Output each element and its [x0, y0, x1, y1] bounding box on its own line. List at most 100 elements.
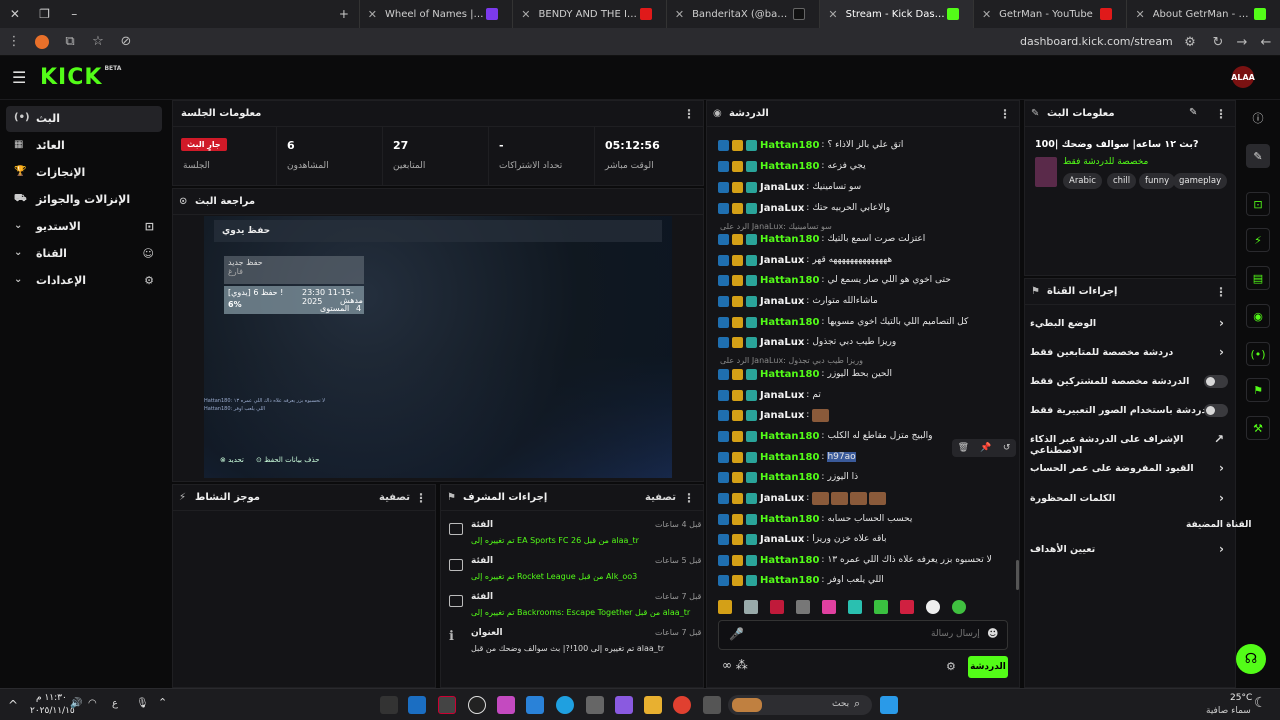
chat-username[interactable]: Hattan180: [760, 275, 819, 286]
browser-tab[interactable]: ✕About GetrMan - Watch Live on: [1126, 0, 1280, 28]
chat-send-button[interactable]: الدردشة: [968, 656, 1008, 678]
chat-message[interactable]: JanaLux: سو تسامينيك: [718, 178, 1008, 196]
points-icon[interactable]: ∞ ⁂: [722, 658, 748, 672]
emote-icon[interactable]: [796, 600, 810, 614]
restore-window-icon[interactable]: ❐: [30, 0, 60, 28]
save-slot-empty[interactable]: حفظ جديد فارغ: [224, 256, 364, 284]
tab-close-icon[interactable]: ✕: [675, 8, 684, 21]
chat-username[interactable]: Hattan180: [760, 431, 819, 442]
action-account-age[interactable]: القيود المفروضة على عمر الحساب ›: [1030, 455, 1228, 483]
file-explorer-icon[interactable]: [644, 696, 662, 714]
steam-icon[interactable]: [408, 696, 426, 714]
stream-preview-video[interactable]: حفظ يدوي حفظ جديد فارغ حفظ 6 [يدوي] ! 23:…: [204, 216, 672, 478]
chat-message[interactable]: JanaLux:: [718, 489, 1008, 507]
microphone-icon[interactable]: 🎤: [729, 627, 744, 641]
activity-rail-icon[interactable]: ⚡: [1246, 228, 1270, 252]
browser-tab-active[interactable]: ✕Stream - Kick Dashboard: [819, 0, 973, 28]
close-window-icon[interactable]: ✕: [0, 0, 30, 28]
chat-message[interactable]: Hattan180: لا تحسبوه بزر يعرفه علاه ذاك ا…: [718, 551, 1008, 569]
chat-message[interactable]: JanaLux: وريزا طيب دبي تجذول: [718, 333, 1008, 351]
filter-button[interactable]: تصفية: [379, 492, 410, 503]
more-options-icon[interactable]: ⋮: [1215, 285, 1227, 299]
edge-icon[interactable]: [556, 696, 574, 714]
browser-tab[interactable]: ✕Wheel of Names | الإسم العشوائي: [358, 0, 513, 28]
taskbar-search[interactable]: بحث ⌕: [728, 695, 872, 715]
emote-icon[interactable]: [718, 600, 732, 614]
modlog-rail-icon[interactable]: ▤: [1246, 266, 1270, 290]
action-ai-moderation[interactable]: الإشراف على الدردشة عبر الذكاء الاصطناعي…: [1030, 426, 1228, 456]
chat-username[interactable]: JanaLux: [760, 410, 804, 421]
windows-start-icon[interactable]: [880, 696, 898, 714]
action-followers-only[interactable]: دردشة مخصصة للمتابعين فقط ›: [1030, 339, 1228, 367]
user-avatar[interactable]: ALAA: [1231, 66, 1255, 88]
sidebar-item-achievements[interactable]: 🏆 الإنجازات: [6, 160, 162, 186]
chat-username[interactable]: JanaLux: [760, 390, 804, 401]
chat-username[interactable]: JanaLux: [760, 337, 804, 348]
support-headset-icon[interactable]: ☊: [1236, 644, 1266, 674]
chat-username[interactable]: JanaLux: [760, 534, 804, 545]
app-icon[interactable]: [468, 696, 486, 714]
delete-icon[interactable]: 🗑: [958, 443, 969, 453]
sidebar-item-stream[interactable]: (•) البث: [6, 106, 162, 132]
chat-message[interactable]: JanaLux: ماشاءالله متوارث: [718, 292, 1008, 310]
emotes-only-toggle[interactable]: [1204, 404, 1228, 417]
sidebar-item-revenue[interactable]: ▦ العائد: [6, 133, 162, 159]
undo-icon[interactable]: ↺: [1003, 443, 1011, 453]
emote-icon[interactable]: [952, 600, 966, 614]
chat-username[interactable]: Hattan180: [760, 452, 819, 463]
tray-up-icon[interactable]: ⌃: [158, 696, 167, 709]
language-indicator[interactable]: ع: [112, 698, 118, 709]
save-slot-selected[interactable]: حفظ 6 [يدوي] ! 23:30 11-15-2025 6% مدهش …: [224, 286, 364, 314]
new-tab-button[interactable]: +: [329, 0, 359, 28]
copilot-icon[interactable]: [615, 696, 633, 714]
chat-username[interactable]: JanaLux: [760, 493, 804, 504]
epic-games-icon[interactable]: [438, 696, 456, 714]
action-set-goals[interactable]: تعيين الأهداف ›: [1030, 536, 1228, 564]
emote-icon[interactable]: [822, 600, 836, 614]
emote-icon[interactable]: [900, 600, 914, 614]
action-banned-words[interactable]: الكلمات المحظورة ›: [1030, 485, 1228, 513]
chat-username[interactable]: Hattan180: [760, 472, 819, 483]
chat-username[interactable]: Hattan180: [760, 317, 819, 328]
broadcast-rail-icon[interactable]: (•): [1246, 342, 1270, 366]
chat-username[interactable]: JanaLux: [760, 255, 804, 266]
more-options-icon[interactable]: ⋮: [1215, 107, 1227, 121]
chat-settings-gear-icon[interactable]: ⚙: [946, 660, 956, 673]
more-options-icon[interactable]: ⋮: [683, 107, 695, 121]
chat-message[interactable]: JanaLux: باقه علاه خزن وريزا: [718, 530, 1008, 548]
tab-close-icon[interactable]: ✕: [982, 8, 991, 21]
emoji-icon[interactable]: ☻: [987, 627, 998, 640]
emote-icon[interactable]: [874, 600, 888, 614]
edit-icon[interactable]: ✎: [1189, 107, 1197, 118]
hamburger-menu-icon[interactable]: ☰: [12, 68, 30, 87]
sidebar-item-drops[interactable]: ⛟ الإنزالات والجوائز: [6, 187, 162, 213]
tray-chevron-icon[interactable]: ^: [8, 698, 18, 712]
extensions-icon[interactable]: ⧉: [56, 28, 84, 56]
pin-icon[interactable]: 📌: [980, 443, 991, 453]
edit-layout-icon[interactable]: ✎: [1246, 144, 1270, 168]
emote-icon[interactable]: [926, 600, 940, 614]
subscribers-only-toggle[interactable]: [1204, 375, 1228, 388]
browser-tab[interactable]: ✕ GetrMan - YouTube: [972, 0, 1127, 28]
chat-message[interactable]: JanaLux: تم: [718, 386, 1008, 404]
chat-message[interactable]: Hattan180: ذا اليوزر: [718, 468, 1008, 486]
chat-username[interactable]: JanaLux: [760, 203, 804, 214]
volume-icon[interactable]: 🔊: [70, 698, 82, 709]
bookmark-star-icon[interactable]: ☆: [84, 28, 112, 56]
preview-rail-icon[interactable]: ⊡: [1246, 192, 1270, 216]
channel-rail-icon[interactable]: ⚑: [1246, 378, 1270, 402]
sidebar-item-studio[interactable]: ⌄ الاستديو ⊡: [6, 214, 162, 240]
chat-username[interactable]: Hattan180: [760, 514, 819, 525]
chat-username[interactable]: Hattan180: [760, 369, 819, 380]
tab-close-icon[interactable]: ✕: [1135, 8, 1144, 21]
chat-scrollbar[interactable]: [1016, 560, 1019, 590]
info-icon[interactable]: ⓘ: [1246, 106, 1270, 130]
chat-message[interactable]: Hattan180: اتق علي بالز الاذاء ؟: [718, 136, 1008, 154]
wifi-icon[interactable]: ◠: [88, 698, 97, 709]
app-icon[interactable]: [380, 696, 398, 714]
app-icon[interactable]: [497, 696, 515, 714]
emote-icon[interactable]: [770, 600, 784, 614]
microphone-icon[interactable]: 🎙: [136, 698, 149, 709]
tab-close-icon[interactable]: ✕: [521, 8, 530, 21]
profile-icon[interactable]: [28, 28, 56, 56]
